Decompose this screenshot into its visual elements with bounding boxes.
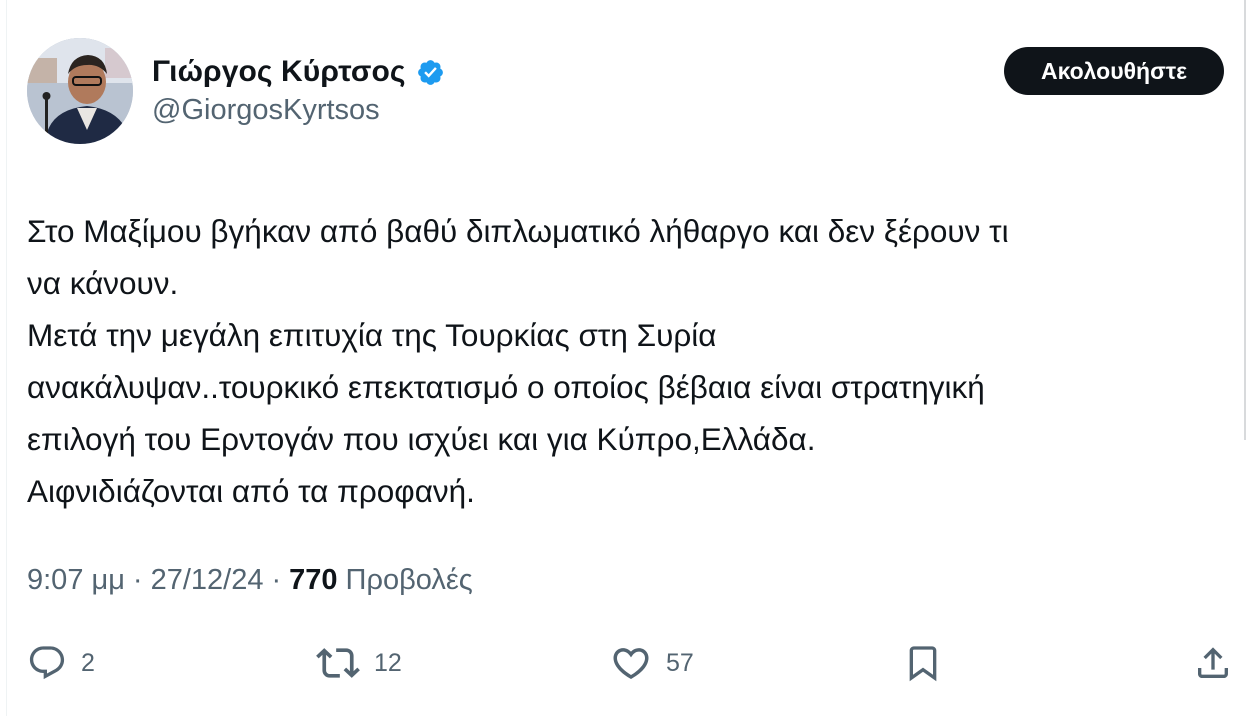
reply-button[interactable]: 2 — [27, 638, 95, 688]
retweet-icon — [316, 648, 360, 678]
meta-separator: · — [132, 564, 143, 596]
action-bar: 2 12 57 — [0, 638, 1249, 688]
follow-button[interactable]: Ακολουθήστε — [1004, 47, 1224, 95]
scrollbar[interactable] — [1244, 0, 1246, 440]
tweet-time[interactable]: 9:07 μμ — [27, 564, 125, 597]
meta-separator: · — [271, 564, 282, 596]
author-handle[interactable]: @GiorgosKyrtsos — [152, 94, 380, 127]
tweet-text-line: επιλογή του Ερντογάν που ισχύει και για … — [27, 421, 816, 457]
views-label: Προβολές — [345, 564, 473, 596]
tweet-text-line: Στο Μαξίμου βγήκαν από βαθύ διπλωματικό … — [27, 213, 1009, 249]
share-icon — [1198, 647, 1228, 678]
reply-icon — [29, 646, 65, 680]
tweet-date[interactable]: 27/12/24 — [151, 564, 264, 597]
tweet-text-line: να κάνουν. — [27, 265, 179, 301]
avatar[interactable] — [27, 38, 133, 144]
tweet-card: Γιώργος Κύρτσος @GiorgosKyrtsos Ακολουθή… — [0, 0, 1249, 716]
retweet-count: 12 — [374, 648, 402, 677]
tweet-text-line: Μετά την μεγάλη επιτυχία της Τουρκίας στ… — [27, 317, 717, 353]
verified-badge-icon — [416, 58, 445, 87]
avatar-image — [27, 38, 133, 144]
tweet-text-line: ανακάλυψαν..τουρκικό επεκτατισμό ο οποίο… — [27, 369, 985, 405]
author-display-name[interactable]: Γιώργος Κύρτσος — [152, 55, 406, 89]
share-button[interactable] — [1193, 638, 1233, 688]
tweet-text-line: Αιφνιδιάζονται από τα προφανή. — [27, 473, 475, 509]
like-count: 57 — [666, 648, 694, 677]
reply-count: 2 — [81, 648, 95, 677]
views-count: 770 — [289, 564, 338, 596]
heart-icon — [613, 648, 649, 680]
tweet-meta: 9:07 μμ · 27/12/24 · 770 Προβολές — [27, 564, 473, 597]
divider — [6, 0, 7, 716]
bookmark-button[interactable] — [903, 638, 943, 688]
bookmark-icon — [909, 646, 937, 682]
retweet-button[interactable]: 12 — [316, 638, 402, 688]
author-name-row[interactable]: Γιώργος Κύρτσος — [152, 52, 445, 92]
like-button[interactable]: 57 — [610, 638, 694, 688]
tweet-text: Στο Μαξίμου βγήκαν από βαθύ διπλωματικό … — [27, 205, 1232, 517]
